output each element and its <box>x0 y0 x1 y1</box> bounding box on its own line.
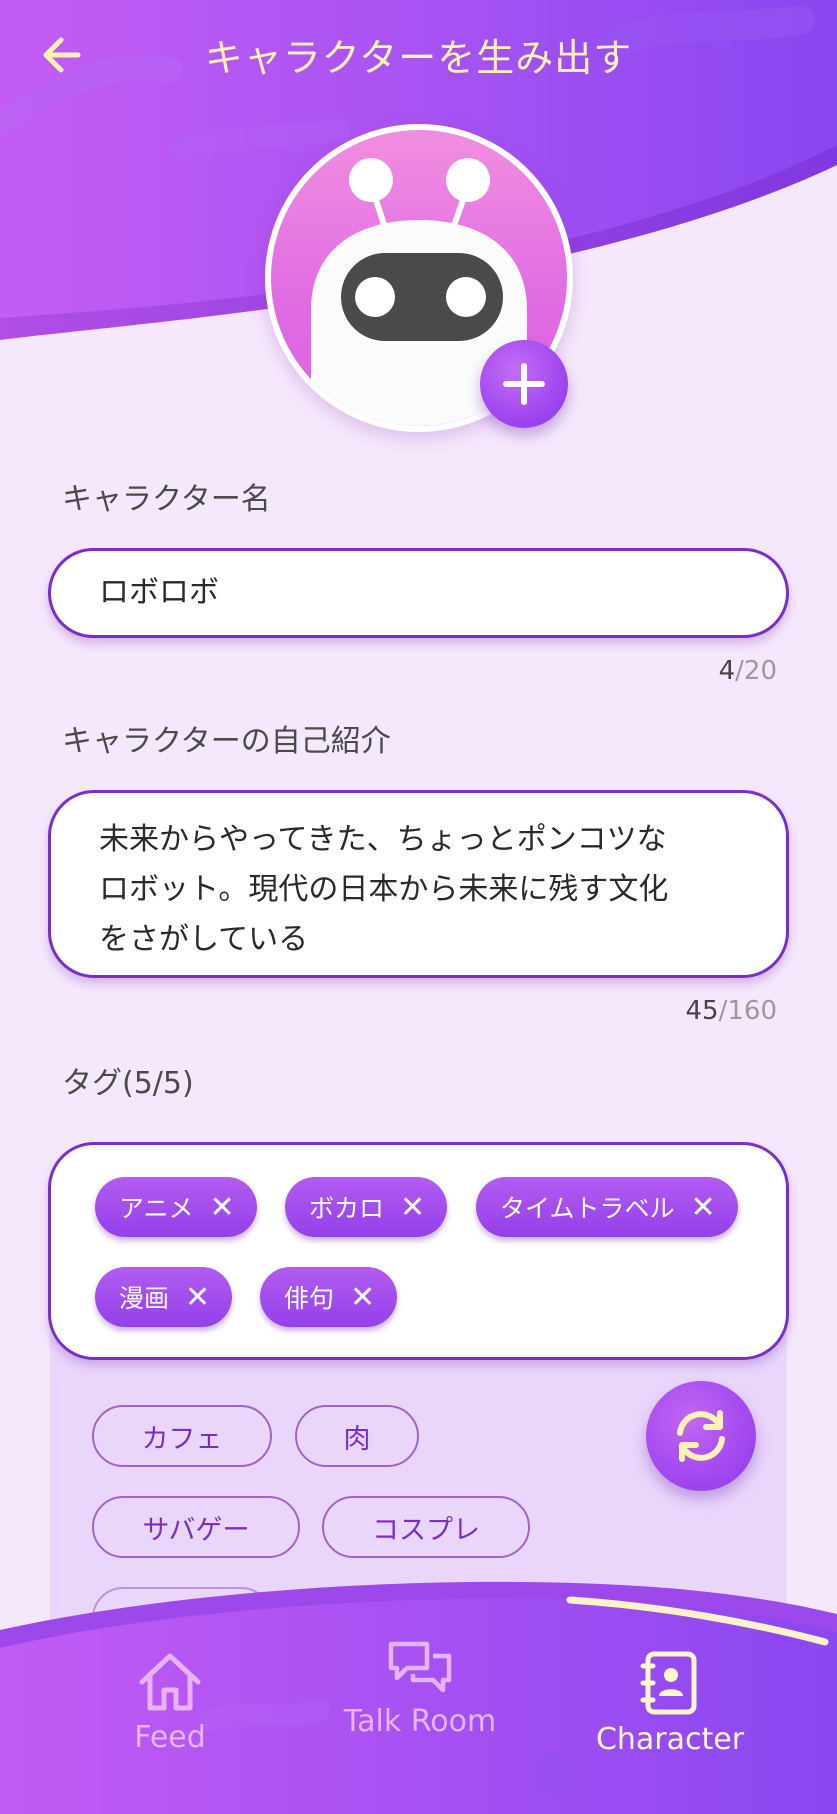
chat-icon <box>388 1641 452 1693</box>
character-name-input[interactable]: ロボロボ <box>48 548 789 638</box>
close-icon[interactable]: ✕ <box>210 1190 235 1225</box>
refresh-icon <box>677 1410 725 1462</box>
nav-label: Talk Room <box>343 1704 497 1739</box>
suggested-tag[interactable]: カフェ <box>92 1405 272 1467</box>
character-name-value: ロボロボ <box>99 575 219 610</box>
close-icon[interactable]: ✕ <box>400 1190 425 1225</box>
close-icon[interactable]: ✕ <box>185 1280 210 1315</box>
page-title: キャラクターを生み出す <box>204 36 633 80</box>
suggested-tag[interactable]: サバゲー <box>92 1496 300 1558</box>
add-avatar-button[interactable] <box>480 340 568 428</box>
selected-tag: アニメ ✕ <box>95 1177 257 1237</box>
nav-item-character[interactable]: Character <box>590 1650 750 1800</box>
selected-tag: 漫画 ✕ <box>95 1267 233 1327</box>
selected-tag: ボカロ ✕ <box>285 1177 448 1237</box>
name-char-counter: 4/20 <box>718 656 777 686</box>
character-name-label: キャラクター名 <box>62 482 271 517</box>
close-icon[interactable]: ✕ <box>691 1190 716 1225</box>
selected-tag: タイムトラベル ✕ <box>476 1177 738 1237</box>
suggested-tag[interactable]: 肉 <box>295 1405 419 1467</box>
contact-book-icon <box>640 1651 697 1715</box>
home-icon <box>139 1653 201 1711</box>
tags-label: タグ(5/5) <box>62 1066 194 1101</box>
selected-tags-box: アニメ ✕ ボカロ ✕ タイムトラベル ✕ 漫画 ✕ 俳句 ✕ <box>48 1142 789 1360</box>
close-icon[interactable]: ✕ <box>350 1280 375 1315</box>
nav-item-talk-room[interactable]: Talk Room <box>330 1640 510 1790</box>
nav-label: Character <box>595 1722 745 1757</box>
suggested-tag[interactable]: コスプレ <box>322 1496 530 1558</box>
intro-line: ロボット。現代の日本から未来に残す文化 <box>99 872 669 907</box>
selected-tag: 俳句 ✕ <box>260 1267 398 1327</box>
plus-icon <box>503 363 545 405</box>
intro-char-counter: 45/160 <box>685 996 777 1026</box>
character-intro-label: キャラクターの自己紹介 <box>62 724 391 759</box>
refresh-suggestions-button[interactable] <box>646 1381 756 1491</box>
character-intro-textarea[interactable]: 未来からやってきた、ちょっとポンコツな ロボット。現代の日本から未来に残す文化 … <box>48 790 789 978</box>
intro-line: をさがしている <box>99 922 309 957</box>
nav-label: Feed <box>134 1720 206 1755</box>
nav-item-feed[interactable]: Feed <box>100 1650 240 1800</box>
intro-line: 未来からやってきた、ちょっとポンコツな <box>99 822 667 857</box>
